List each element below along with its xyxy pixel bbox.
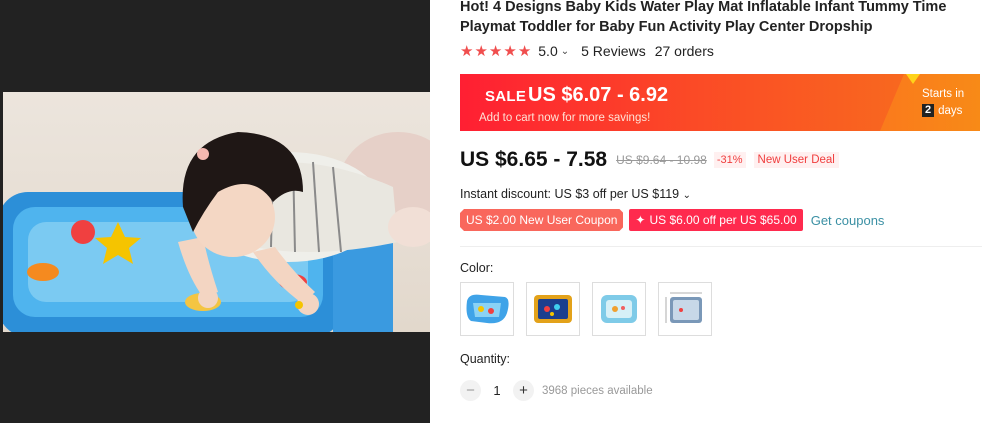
quantity-label: Quantity:: [460, 352, 511, 366]
color-label: Color:: [460, 261, 494, 275]
instant-discount-text: Instant discount: US $3 off per US $119: [460, 187, 680, 201]
star-icon: ★: [503, 42, 517, 60]
price-row: US $6.65 - 7.58 US $9.64 - 10.98 -31% Ne…: [460, 148, 839, 172]
days-label: days: [938, 104, 963, 117]
color-option-3[interactable]: [592, 282, 646, 336]
color-option-1[interactable]: [460, 282, 514, 336]
store-coupon-label: US $6.00 off per US $65.00: [649, 213, 797, 227]
rating-stars: ★ ★ ★ ★ ★: [460, 44, 531, 59]
star-icon: ★: [474, 42, 488, 60]
reviews-link[interactable]: 5 Reviews: [581, 43, 646, 59]
star-icon: ★: [488, 42, 503, 60]
original-price: US $9.64 - 10.98: [616, 153, 707, 167]
star-icon: ★: [460, 42, 474, 60]
product-title: Hot! 4 Designs Baby Kids Water Play Mat …: [460, 0, 947, 35]
sale-subtitle: Add to cart now for more savings!: [479, 112, 651, 124]
get-coupons-link[interactable]: Get coupons: [811, 213, 885, 228]
quantity-increase-button[interactable]: +: [513, 380, 534, 401]
store-coupon[interactable]: ✦ US $6.00 off per US $65.00: [629, 209, 803, 231]
discount-badge: -31%: [713, 152, 746, 168]
color-options: [460, 282, 712, 336]
sparkle-icon: ✦: [635, 213, 646, 227]
divider: [460, 246, 982, 247]
flag-icon: [906, 74, 920, 84]
pieces-available: 3968 pieces available: [542, 384, 653, 397]
product-main-image: [3, 92, 430, 332]
star-icon: ★: [517, 42, 532, 60]
rating-score[interactable]: 5.0: [538, 43, 557, 59]
chevron-down-icon[interactable]: ⌄: [561, 46, 569, 57]
orders-count: 27 orders: [654, 43, 714, 59]
coupon-row: US $2.00 New User Coupon ✦ US $6.00 off …: [460, 209, 884, 231]
color-option-4[interactable]: [658, 282, 712, 336]
instant-discount[interactable]: Instant discount: US $3 off per US $119 …: [460, 187, 691, 201]
sale-banner: SALE US $6.07 - 6.92 Add to cart now for…: [460, 74, 980, 131]
rating-row: ★ ★ ★ ★ ★ 5.0 ⌄ 5 Reviews 27 orders: [460, 41, 714, 61]
quantity-decrease-button[interactable]: −: [460, 380, 481, 401]
sale-label: SALE: [485, 88, 527, 105]
current-price: US $6.65 - 7.58: [460, 148, 608, 171]
product-info-panel: Hot! 4 Designs Baby Kids Water Play Mat …: [458, 0, 1000, 423]
product-media-viewer[interactable]: [0, 0, 430, 423]
starts-in-days: 2 days: [922, 104, 962, 117]
new-user-deal-badge: New User Deal: [753, 152, 839, 168]
color-option-2[interactable]: [526, 282, 580, 336]
starts-in-label: Starts in: [922, 88, 965, 100]
quantity-stepper: − 1 + 3968 pieces available: [460, 380, 653, 401]
days-count: 2: [922, 104, 935, 117]
new-user-coupon[interactable]: US $2.00 New User Coupon: [460, 209, 623, 231]
quantity-value[interactable]: 1: [481, 383, 513, 398]
chevron-down-icon: ⌄: [682, 190, 691, 201]
sale-price: US $6.07 - 6.92: [528, 84, 669, 106]
sale-countdown: Starts in 2 days: [880, 74, 980, 131]
